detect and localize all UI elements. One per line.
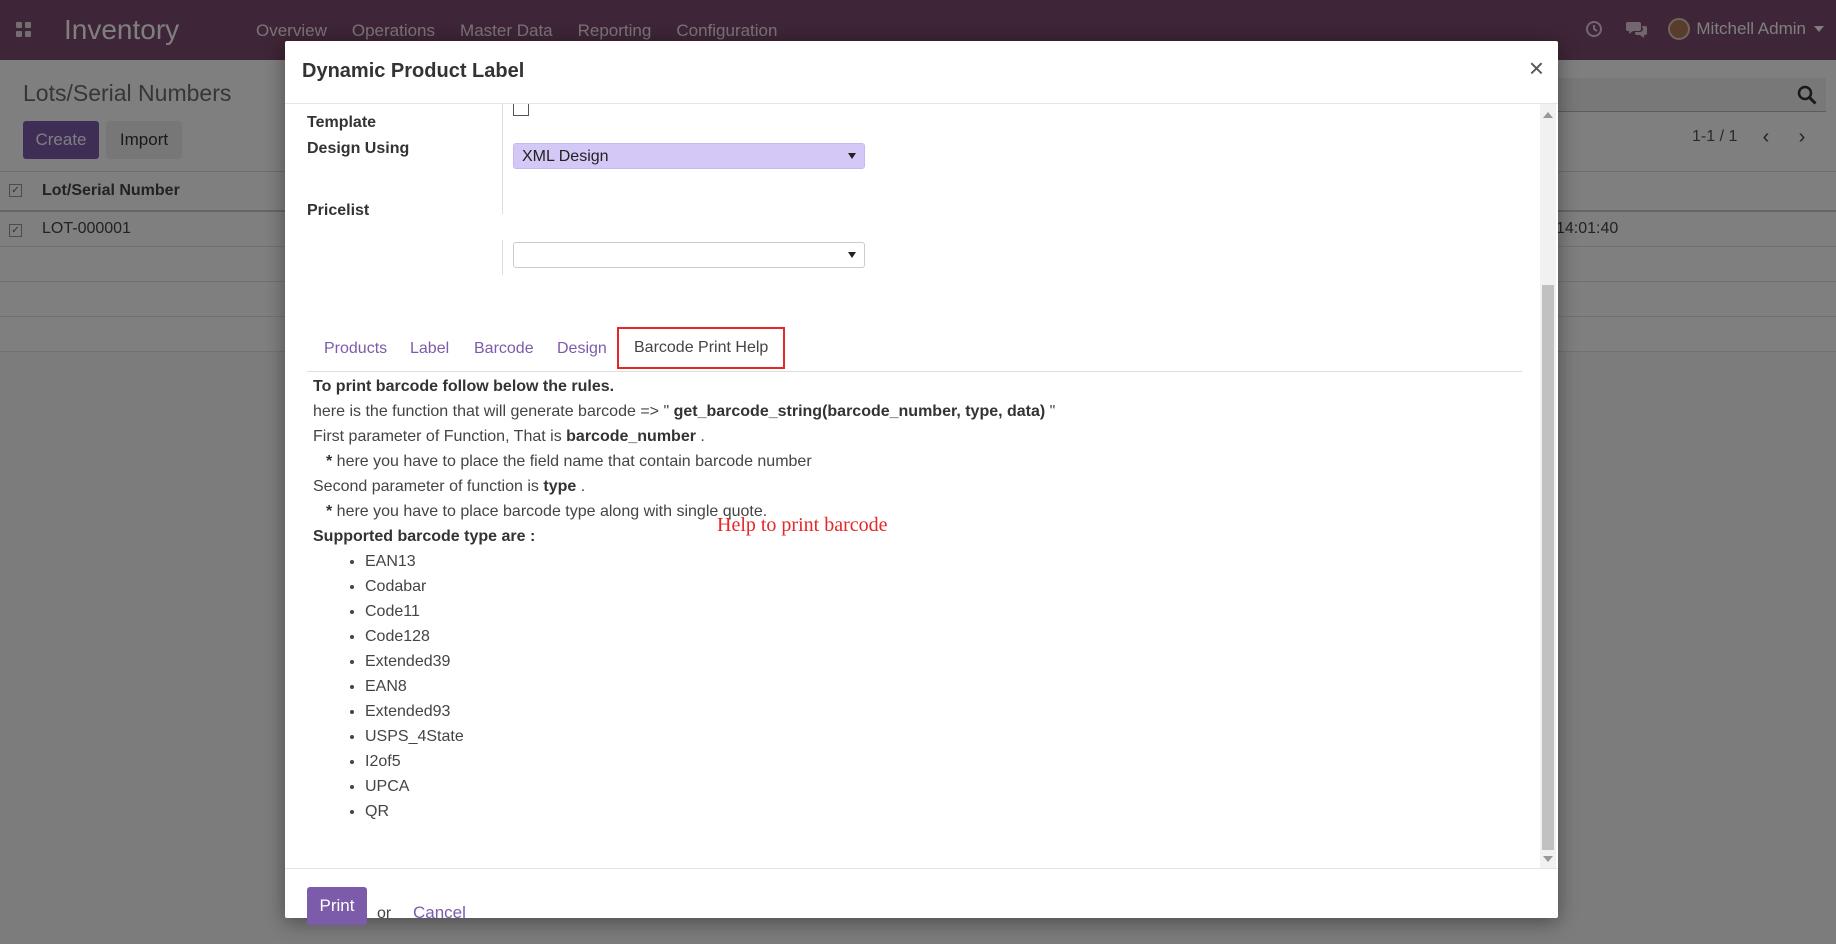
list-item: Codabar bbox=[365, 574, 1413, 599]
tab-label[interactable]: Label bbox=[410, 340, 449, 358]
help-heading: To print barcode follow below the rules. bbox=[313, 378, 615, 395]
list-item: EAN13 bbox=[365, 549, 1413, 574]
list-item: Extended39 bbox=[365, 649, 1413, 674]
modal-title: Dynamic Product Label bbox=[302, 60, 525, 82]
notebook-tabs: Products Label Barcode Design Barcode Pr… bbox=[307, 327, 1522, 372]
field-divider bbox=[502, 240, 503, 275]
scroll-thumb[interactable] bbox=[1542, 285, 1554, 850]
supported-types-heading: Supported barcode type are : bbox=[313, 528, 536, 545]
list-item: EAN8 bbox=[365, 674, 1413, 699]
modal-footer: Print or Cancel bbox=[285, 868, 1558, 925]
dynamic-product-label-dialog: Dynamic Product Label × Template Design … bbox=[285, 41, 1558, 925]
design-using-value: XML Design bbox=[522, 148, 609, 165]
tab-barcode-print-help[interactable]: Barcode Print Help bbox=[617, 327, 786, 369]
barcode-help-content: To print barcode follow below the rules.… bbox=[313, 374, 1413, 824]
dropdown-arrow-icon bbox=[848, 153, 856, 159]
modal-header: Dynamic Product Label × bbox=[285, 41, 1558, 104]
pricelist-select[interactable] bbox=[513, 242, 865, 268]
template-label: Template bbox=[307, 114, 377, 131]
modal-scrollbar[interactable] bbox=[1540, 104, 1556, 868]
list-item: UPCA bbox=[365, 774, 1413, 799]
design-using-select[interactable]: XML Design bbox=[513, 143, 865, 169]
close-icon[interactable]: × bbox=[1529, 55, 1544, 81]
design-using-label: Design Using bbox=[307, 140, 410, 157]
list-item: Code11 bbox=[365, 599, 1413, 624]
pricelist-label: Pricelist bbox=[307, 202, 370, 219]
help-line-first-note: * here you have to place the field name … bbox=[326, 453, 812, 470]
list-item: Code128 bbox=[365, 624, 1413, 649]
template-checkbox[interactable] bbox=[513, 104, 529, 116]
field-divider bbox=[502, 104, 503, 214]
barcode-type-list: EAN13 Codabar Code11 Code128 Extended39 … bbox=[313, 549, 1413, 824]
list-item: USPS_4State bbox=[365, 724, 1413, 749]
list-item: Extended93 bbox=[365, 699, 1413, 724]
dropdown-arrow-icon bbox=[848, 252, 856, 258]
tab-barcode[interactable]: Barcode bbox=[474, 340, 534, 358]
list-item: I2of5 bbox=[365, 749, 1413, 774]
help-line-first-param: First parameter of Function, That is bar… bbox=[313, 428, 705, 445]
annotation-text: Help to print barcode bbox=[717, 514, 888, 536]
or-text: or bbox=[377, 905, 392, 922]
tab-design[interactable]: Design bbox=[557, 340, 607, 358]
cancel-button[interactable]: Cancel bbox=[413, 903, 466, 923]
help-line-function: here is the function that will generate … bbox=[313, 403, 1056, 420]
print-button[interactable]: Print bbox=[307, 887, 367, 925]
scroll-up-arrow-icon[interactable] bbox=[1543, 112, 1553, 118]
scroll-down-arrow-icon[interactable] bbox=[1543, 856, 1553, 862]
modal-body: Template Design Using XML Design Priceli… bbox=[285, 104, 1540, 868]
help-line-second-param: Second parameter of function is type . bbox=[313, 478, 586, 495]
tab-products[interactable]: Products bbox=[324, 340, 387, 358]
list-item: QR bbox=[365, 799, 1413, 824]
